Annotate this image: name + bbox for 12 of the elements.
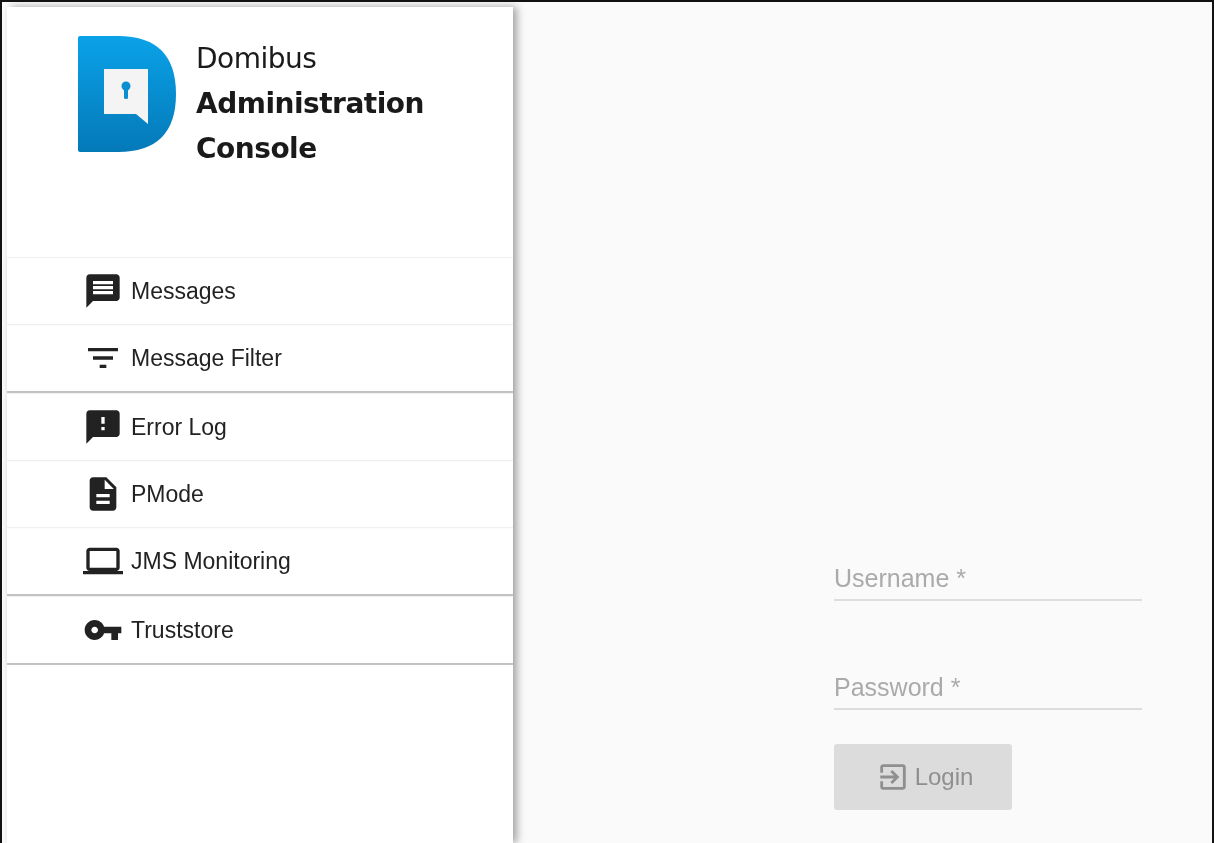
menu-item[interactable]: PMode [7, 460, 513, 527]
menu-item[interactable]: Truststore [7, 596, 513, 663]
menu-item[interactable]: JMS Monitoring [7, 527, 513, 594]
password-field[interactable]: Password * [834, 669, 1142, 710]
brand-title: Domibus [196, 41, 318, 77]
brand-title: Console [196, 131, 318, 167]
logo-icon [78, 36, 176, 152]
menu-item[interactable]: Error Log [7, 393, 513, 460]
brand-title: Administration [196, 86, 424, 122]
menu-item[interactable]: Messages [7, 257, 513, 324]
menu-item[interactable]: Message Filter [7, 324, 513, 391]
username-field[interactable]: Username * [834, 560, 1142, 601]
